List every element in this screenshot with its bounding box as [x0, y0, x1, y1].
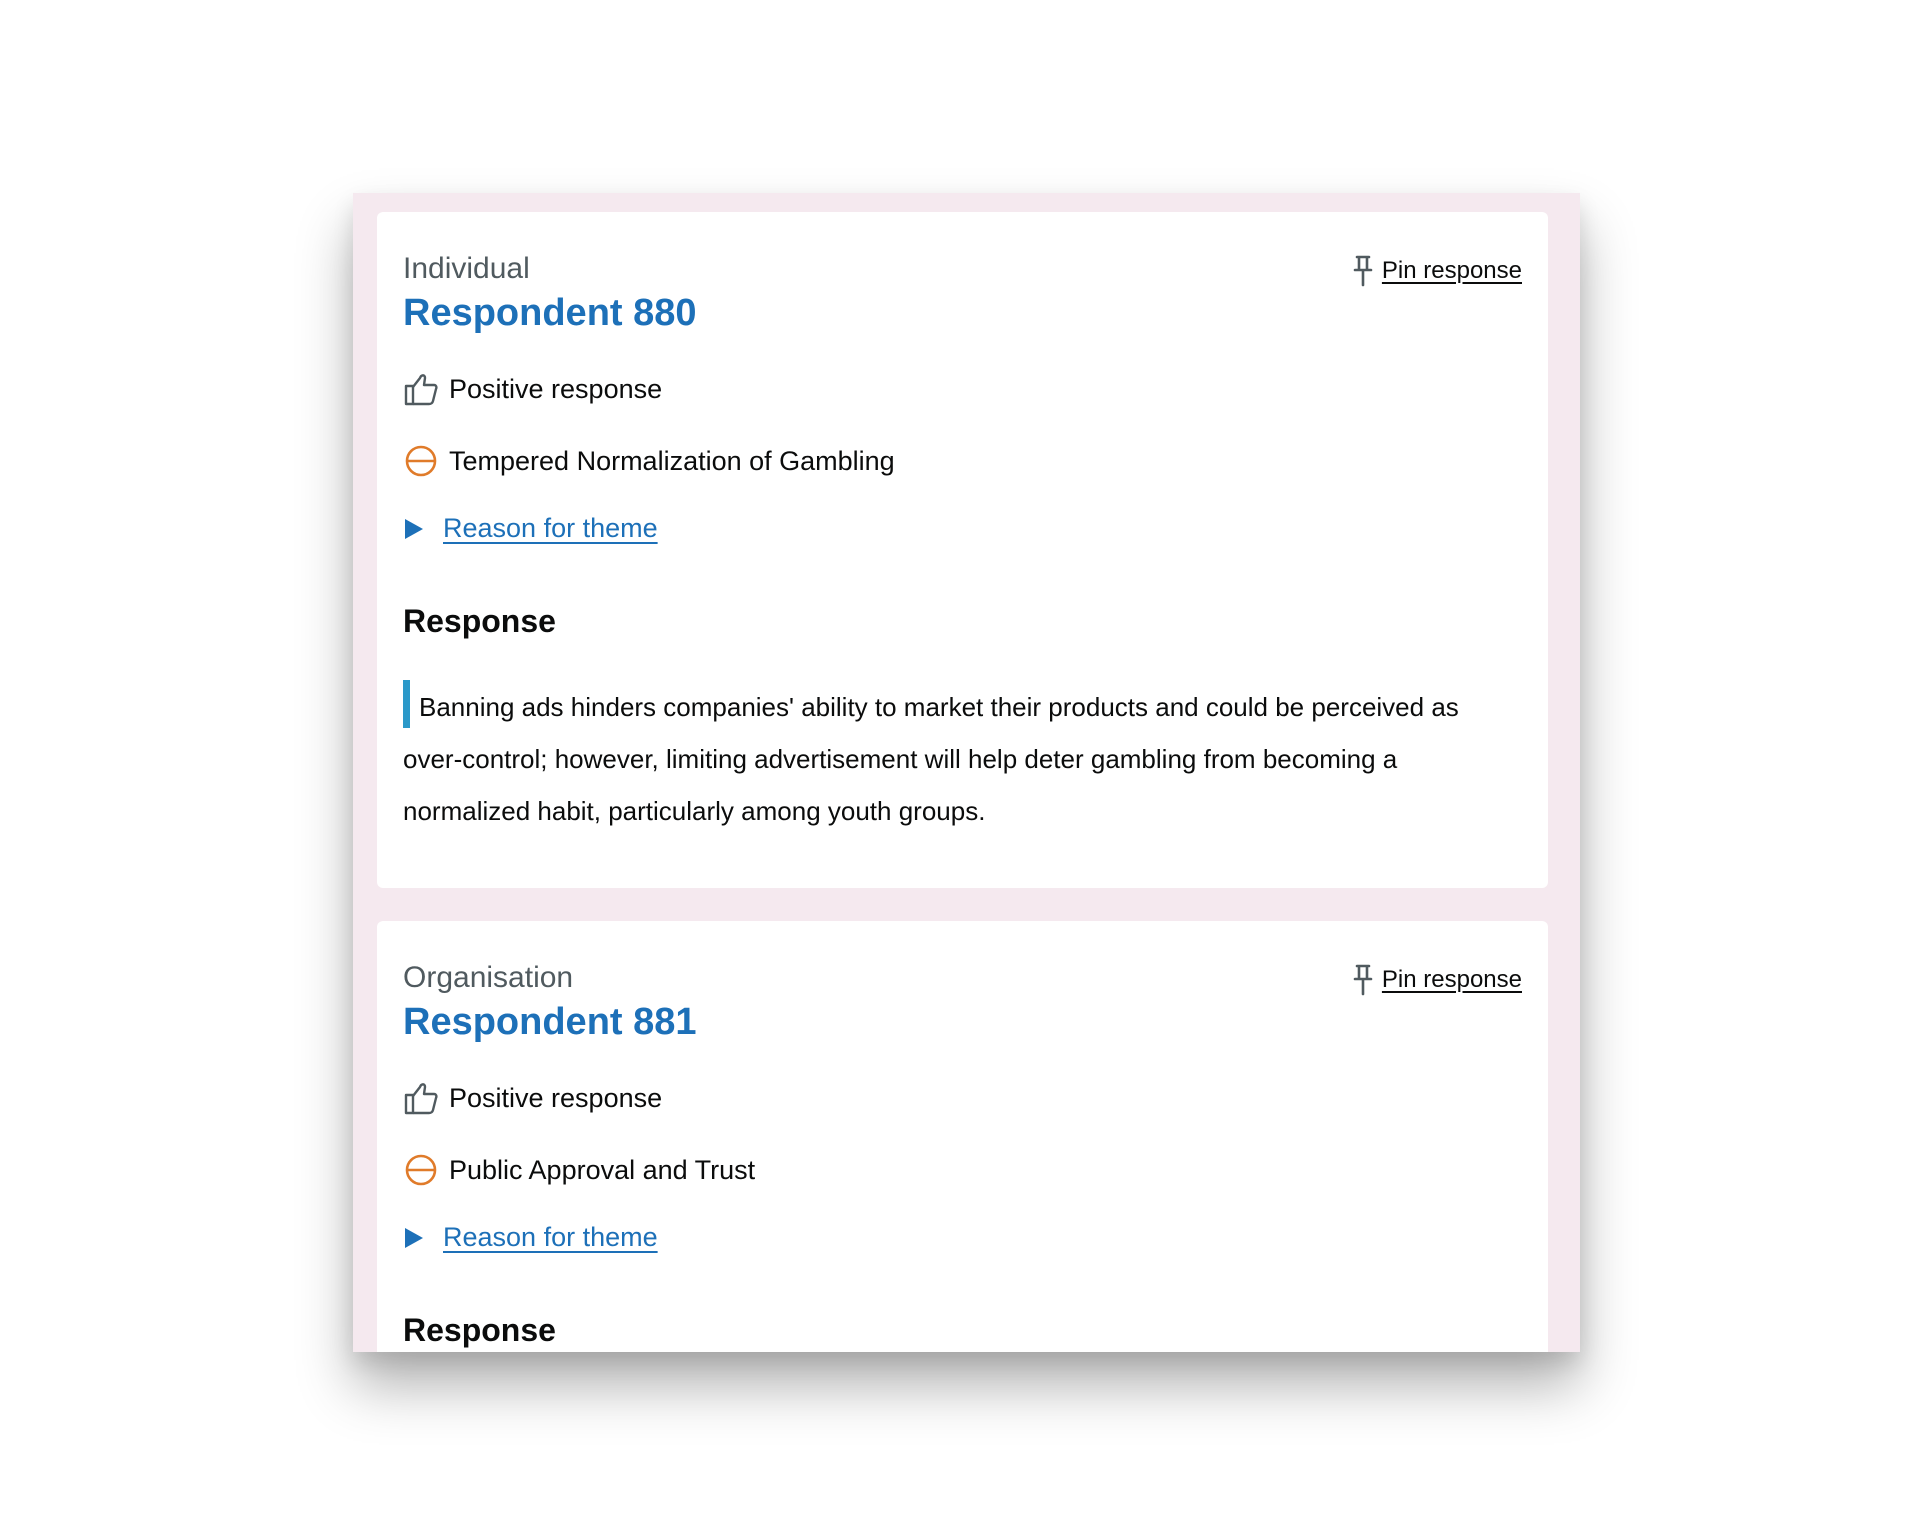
response-text: Banning ads hinders companies' ability t…	[403, 692, 1459, 826]
response-heading: Response	[403, 603, 556, 639]
response-card: Individual Respondent 880 Pin response P…	[377, 212, 1548, 888]
pin-response-label: Pin response	[1381, 966, 1522, 993]
circle-minus-icon	[403, 1152, 439, 1188]
reason-for-theme-link[interactable]: Reason for theme	[443, 515, 658, 542]
response-card: Organisation Respondent 881 Pin response…	[377, 921, 1548, 1352]
respondent-title[interactable]: Respondent 880	[403, 294, 697, 332]
theme-label: Tempered Normalization of Gambling	[449, 445, 895, 476]
triangle-right-icon[interactable]	[403, 1226, 425, 1250]
respondent-type: Organisation	[403, 961, 574, 994]
theme-row: Public Approval and Trust	[403, 1152, 755, 1188]
response-body: Banning ads hinders companies' ability t…	[403, 680, 1523, 837]
responses-panel: Individual Respondent 880 Pin response P…	[353, 193, 1580, 1352]
response-heading: Response	[403, 1312, 556, 1348]
theme-row: Tempered Normalization of Gambling	[403, 443, 895, 479]
reason-disclosure[interactable]: Reason for theme	[403, 515, 658, 542]
thumbs-up-icon	[403, 371, 439, 407]
quote-bar	[403, 680, 410, 728]
respondent-title[interactable]: Respondent 881	[403, 1003, 697, 1041]
reason-for-theme-link[interactable]: Reason for theme	[443, 1224, 658, 1251]
thumbs-up-icon	[403, 1080, 439, 1116]
sentiment-row: Positive response	[403, 371, 662, 407]
pushpin-icon	[1352, 963, 1374, 997]
sentiment-row: Positive response	[403, 1080, 662, 1116]
pin-response-button[interactable]: Pin response	[1352, 963, 1522, 997]
respondent-type: Individual	[403, 252, 530, 285]
pushpin-icon	[1352, 254, 1374, 288]
pin-response-button[interactable]: Pin response	[1352, 254, 1522, 288]
sentiment-label: Positive response	[449, 373, 663, 404]
sentiment-label: Positive response	[449, 1082, 663, 1113]
theme-label: Public Approval and Trust	[449, 1154, 756, 1185]
circle-minus-icon	[403, 443, 439, 479]
triangle-right-icon[interactable]	[403, 517, 425, 541]
reason-disclosure[interactable]: Reason for theme	[403, 1224, 658, 1251]
pin-response-label: Pin response	[1381, 257, 1522, 284]
